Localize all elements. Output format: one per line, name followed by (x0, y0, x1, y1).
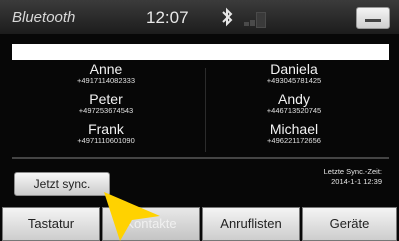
tab-anruflisten[interactable]: Anruflisten (202, 207, 300, 241)
contact-name: Daniela (270, 61, 318, 77)
contact-name: Peter (89, 91, 123, 107)
contact-name: Andy (278, 91, 310, 107)
contact-search-bar[interactable] (12, 44, 389, 60)
contact-name: Michael (269, 121, 319, 137)
contact-item[interactable]: Frank +4971110601090 (12, 122, 200, 145)
last-sync-info: Letzte Sync.-Zeit: 2014-1-1 12:39 (262, 167, 382, 187)
contact-item[interactable]: Peter +497253674543 (12, 92, 200, 115)
bottom-tab-bar: Tastatur Kontakte Anruflisten Geräte (0, 207, 399, 241)
contact-item[interactable]: Daniela +493045781425 (200, 62, 388, 85)
tab-geraete[interactable]: Geräte (302, 207, 397, 241)
contact-item[interactable]: Andy +446713520745 (200, 92, 388, 115)
contact-name: Anne (89, 61, 123, 77)
contact-item[interactable]: Michael +496221172656 (200, 122, 388, 145)
contacts-list: Anne +4917114082333 Daniela +49304578142… (12, 62, 389, 150)
contact-item[interactable]: Anne +4917114082333 (12, 62, 200, 85)
bluetooth-phonebook-screen: Bluetooth 12:07 Anne +4917114082333 Dani… (0, 0, 399, 241)
contact-number: +493045781425 (266, 76, 322, 85)
bluetooth-icon (222, 7, 233, 27)
contact-number: +496221172656 (267, 136, 321, 145)
minimize-button[interactable] (356, 7, 390, 29)
contact-number: +4917114082333 (76, 76, 136, 85)
battery-icon (256, 12, 266, 28)
clock: 12:07 (146, 8, 189, 27)
contact-number: +446713520745 (266, 106, 322, 115)
sync-now-button[interactable]: Jetzt sync. (14, 172, 110, 196)
last-sync-label: Letzte Sync.-Zeit: (323, 167, 382, 176)
tab-tastatur[interactable]: Tastatur (2, 207, 100, 241)
header-bar: Bluetooth 12:07 (0, 0, 399, 34)
minimize-icon (365, 19, 381, 22)
contact-number: +497253674543 (78, 106, 134, 115)
list-separator (12, 157, 389, 159)
screen-title: Bluetooth (12, 9, 76, 26)
last-sync-time: 2014-1-1 12:39 (331, 177, 382, 186)
column-divider (205, 68, 206, 152)
contact-name: Frank (88, 121, 124, 137)
contact-number: +4971110601090 (77, 136, 135, 145)
pointer-cursor (104, 192, 160, 241)
